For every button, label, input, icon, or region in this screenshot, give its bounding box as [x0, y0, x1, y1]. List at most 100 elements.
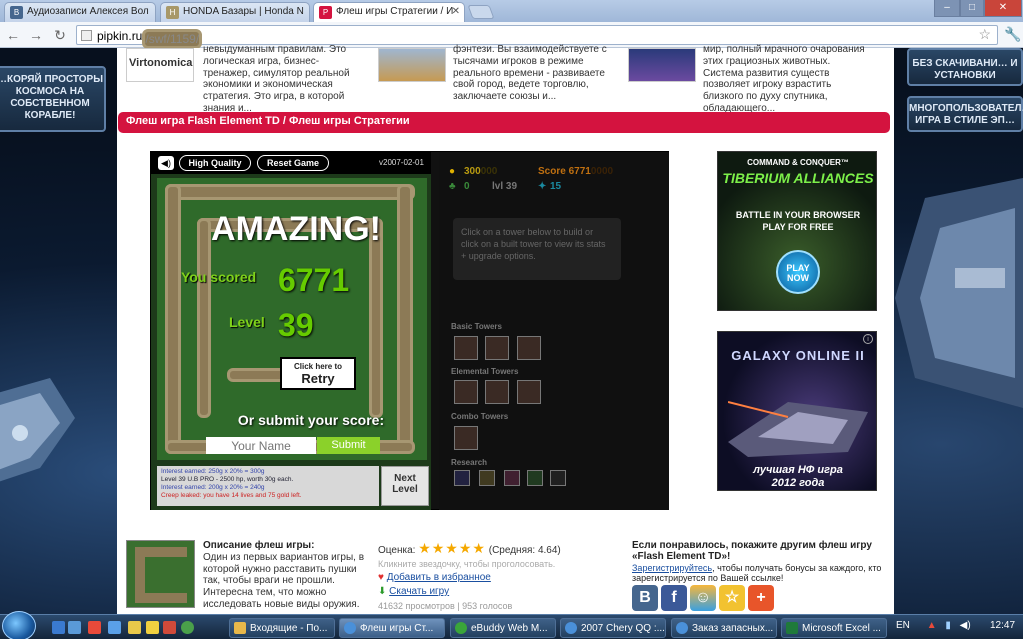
fantasy-thumbnail[interactable]	[378, 48, 446, 82]
honda-favicon-icon: H	[166, 6, 179, 19]
reset-game-button[interactable]: Reset Game	[257, 155, 329, 171]
clock[interactable]: 12:47	[990, 620, 1015, 631]
start-button[interactable]	[2, 611, 36, 639]
game-thumbnail[interactable]	[126, 540, 195, 608]
teaser-creatures[interactable]: мир, полный мрачного очарования этих гра…	[628, 44, 868, 114]
excel-icon	[786, 622, 798, 634]
tab-honda[interactable]: H HONDA Базары | Honda N	[160, 2, 310, 22]
ad-tiberium-alliances[interactable]: COMMAND & CONQUER™ TIBERIUM ALLIANCES BA…	[717, 151, 877, 311]
final-level: 39	[278, 307, 314, 343]
volume-icon[interactable]: ◀)	[960, 620, 971, 631]
research-slot-icon[interactable]	[504, 470, 520, 486]
lives-icon: ♣	[449, 181, 456, 192]
player-name-input[interactable]	[206, 437, 316, 454]
pipkin-favicon-icon: P	[319, 6, 332, 19]
basic-towers-label: Basic Towers	[451, 322, 502, 331]
teaser-text: невыдуманным правилам. Это логическая иг…	[203, 44, 350, 114]
register-link[interactable]: Зарегистрируйтесь	[632, 563, 712, 573]
tab-vk-audio[interactable]: В Аудиозаписи Алексея Вол	[4, 2, 156, 22]
task-chery[interactable]: 2007 Chery QQ :...	[560, 618, 666, 638]
game-sidebar: ● 300000 Score 67710000 ♣ 0 lvl 39 ✦ 15 …	[439, 152, 669, 510]
teaser-text: мир, полный мрачного очарования этих гра…	[703, 44, 865, 114]
new-tab-button[interactable]	[467, 5, 495, 19]
high-quality-button[interactable]: High Quality	[179, 155, 251, 171]
explorer-icon[interactable]	[68, 621, 81, 634]
task-spare-parts[interactable]: Заказ запасных...	[671, 618, 777, 638]
cannon-tower-icon[interactable]	[485, 336, 509, 360]
favorite-star-share-icon[interactable]: ☆	[719, 585, 745, 611]
task-chrome-flash-games[interactable]: Флеш игры Ст...	[339, 618, 445, 638]
chrome-icon[interactable]	[181, 621, 194, 634]
task-ebuddy[interactable]: eBuddy Web M...	[450, 618, 556, 638]
task-inbox[interactable]: Входящие - По...	[229, 618, 335, 638]
address-bar[interactable]: pipkin.ru/swf/1159/ ☆	[76, 25, 998, 49]
tab-close-icon[interactable]: ✕	[452, 6, 460, 17]
earth-tower-icon[interactable]	[485, 380, 509, 404]
close-window-button[interactable]: ✕	[984, 0, 1022, 17]
app-icon[interactable]	[146, 621, 159, 634]
teaser-virtonomica[interactable]: Virtonomica невыдуманным правилам. Это л…	[125, 44, 365, 114]
combo-tower-icon[interactable]	[454, 426, 478, 450]
reload-icon[interactable]: ↻	[51, 26, 69, 44]
language-indicator[interactable]: EN	[896, 620, 910, 631]
teaser-text: фэнтези. Вы взаимодействуете с тысячами …	[453, 44, 607, 103]
flash-game[interactable]: ◀) High Quality Reset Game v2007-02-01 A…	[150, 151, 669, 510]
chrome-icon	[344, 622, 356, 634]
ad-galaxy-online[interactable]: i GALAXY ONLINE II лучшая НФ игра 2012 г…	[717, 331, 877, 491]
frost-tower-icon[interactable]	[517, 336, 541, 360]
you-scored-label: You scored	[181, 269, 257, 285]
show-desktop-icon[interactable]	[52, 621, 65, 634]
back-arrow-icon[interactable]: ←	[4, 26, 22, 44]
maximize-button[interactable]: □	[960, 0, 984, 17]
right-side-ad-bottom[interactable]: МНОГОПОЛЬЗОВАТЕЛ… ИГРА В СТИЛЕ ЭП…	[907, 96, 1023, 132]
heart-icon: ♥	[378, 572, 384, 583]
bookmark-star-icon[interactable]: ☆	[978, 26, 991, 43]
rating-stars[interactable]: ★★★★★	[418, 540, 486, 556]
facebook-share-icon[interactable]: f	[661, 585, 687, 611]
ad1-sub2: PLAY FOR FREE	[762, 222, 834, 232]
right-side-ad-top[interactable]: БЕЗ СКАЧИВАНИ… И УСТАНОВКИ	[907, 48, 1023, 86]
vk-share-icon[interactable]: В	[632, 585, 658, 611]
submit-score-button[interactable]: Submit	[317, 437, 380, 454]
teaser-fantasy[interactable]: фэнтези. Вы взаимодействуете с тысячами …	[378, 44, 618, 110]
tab-title: HONDA Базары | Honda N	[183, 6, 304, 17]
more-share-icon[interactable]: +	[748, 585, 774, 611]
folder-icon[interactable]	[128, 621, 141, 634]
right-ad-top-text: БЕЗ СКАЧИВАНИ… И УСТАНОВКИ	[912, 58, 1018, 81]
lives-value: 0	[464, 181, 470, 192]
water-tower-icon[interactable]	[517, 380, 541, 404]
add-favorites-link[interactable]: Добавить в избранное	[387, 572, 491, 583]
media-icon[interactable]	[88, 621, 101, 634]
next-level-button[interactable]: Next Level	[381, 466, 429, 506]
app-icon[interactable]	[108, 621, 121, 634]
ad1-play-button[interactable]: PLAY NOW	[776, 250, 820, 294]
research-slot-icon[interactable]	[527, 470, 543, 486]
tab-pipkin[interactable]: P Флеш игры Стратегии / И ✕	[313, 2, 465, 23]
minimize-button[interactable]: –	[934, 0, 960, 17]
arrow-tower-icon[interactable]	[454, 336, 478, 360]
url-host: pipkin.ru	[97, 29, 143, 43]
forward-arrow-icon[interactable]: →	[27, 26, 45, 44]
retry-button[interactable]: Click here to Retry	[280, 357, 356, 390]
mail-icon	[234, 622, 246, 634]
research-slot-icon[interactable]	[479, 470, 495, 486]
task-label: Microsoft Excel ...	[802, 623, 881, 634]
virtonomica-logo[interactable]: Virtonomica	[126, 48, 194, 82]
fire-tower-icon[interactable]	[454, 380, 478, 404]
download-game-link[interactable]: Скачать игру	[389, 586, 449, 597]
tray-icon[interactable]: ▲	[927, 620, 937, 631]
left-side-ad[interactable]: …КОРЯЙ ПРОСТОРЫ КОСМОСА НА СОБСТВЕННОМ К…	[0, 66, 106, 132]
ad-info-icon[interactable]: i	[863, 334, 873, 344]
opera-icon[interactable]	[163, 621, 176, 634]
odnoklassniki-share-icon[interactable]: ☺	[690, 585, 716, 611]
research-slot-icon[interactable]	[550, 470, 566, 486]
speaker-icon[interactable]: ◀)	[158, 156, 174, 170]
wrench-menu-icon[interactable]: 🔧	[1004, 26, 1021, 43]
page-title: Флеш игра Flash Element TD / Флеш игры С…	[118, 112, 890, 133]
research-slot-icon[interactable]	[454, 470, 470, 486]
creatures-thumbnail[interactable]	[628, 48, 696, 82]
chrome-icon	[565, 622, 577, 634]
task-excel[interactable]: Microsoft Excel ...	[781, 618, 887, 638]
share-block: Если понравилось, покажите другим флеш и…	[632, 540, 892, 611]
network-icon[interactable]: ▮	[945, 620, 951, 631]
